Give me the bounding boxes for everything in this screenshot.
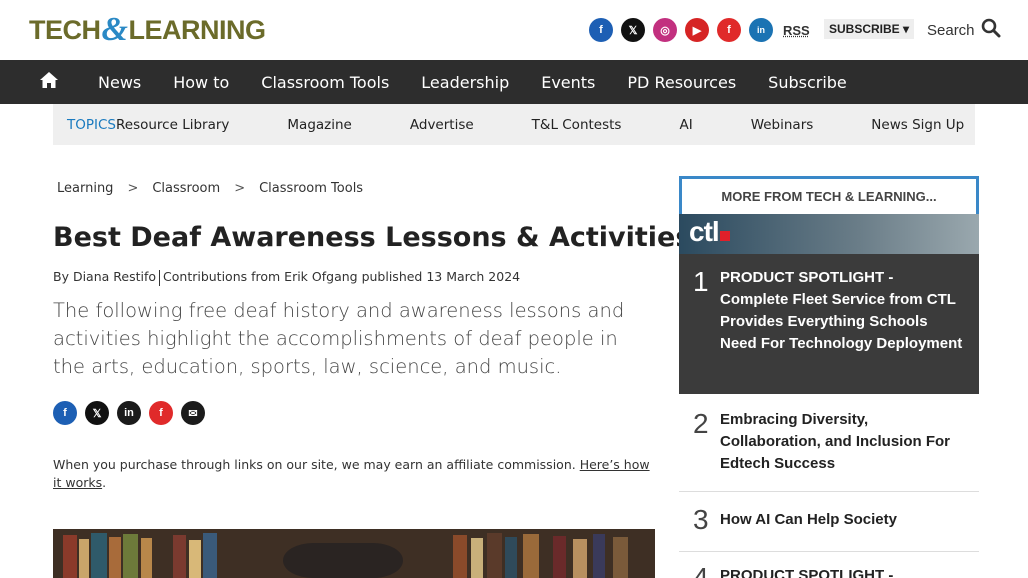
search-icon [981, 18, 1001, 42]
article-standfirst: The following free deaf history and awar… [53, 299, 625, 378]
topic-webinars[interactable]: Webinars [751, 117, 814, 133]
subscribe-dropdown[interactable]: SUBSCRIBE ▾ [824, 19, 915, 39]
breadcrumb-separator: > [234, 181, 246, 196]
sidebar-item-4[interactable]: 4 PRODUCT SPOTLIGHT - [679, 552, 979, 578]
author-link[interactable]: By Diana Restifo [53, 269, 156, 284]
x-icon[interactable]: 𝕏 [621, 18, 645, 42]
home-button[interactable] [0, 60, 98, 104]
nav-item-news[interactable]: News [98, 73, 157, 92]
rank-number: 2 [693, 408, 709, 439]
nav-item-pd-resources[interactable]: PD Resources [611, 73, 752, 92]
topic-advertise[interactable]: Advertise [410, 117, 474, 133]
main-nav: News How to Classroom Tools Leadership Event… [0, 60, 1028, 104]
topics-bar: TOPICS Resource Library Magazine Advertise… [53, 104, 975, 145]
rank-number: 4 [693, 562, 709, 578]
sidebar-item-title: How AI Can Help Society [720, 511, 897, 528]
share-flipboard-icon[interactable]: f [149, 401, 173, 425]
sidebar-item-title: Embracing Diversity, Collaboration, and … [720, 411, 951, 472]
flipboard-icon[interactable]: f [717, 18, 741, 42]
rank-number: 3 [693, 504, 709, 535]
ctl-logo: ctl [689, 216, 730, 248]
rank-number: 1 [693, 266, 709, 297]
rss-link[interactable]: RSS [783, 23, 810, 38]
share-linkedin-icon[interactable]: in [117, 401, 141, 425]
affiliate-disclosure: When you purchase through links on our s… [53, 456, 653, 492]
nav-item-how-to[interactable]: How to [157, 73, 245, 92]
bookshelf-illustration [53, 529, 655, 578]
sidebar-item-title: PRODUCT SPOTLIGHT - Complete Fleet Servi… [720, 269, 963, 352]
topic-news-sign-up[interactable]: News Sign Up [871, 117, 964, 133]
sidebar-item-title: PRODUCT SPOTLIGHT - [720, 567, 894, 578]
facebook-icon[interactable]: f [589, 18, 613, 42]
topic-ai[interactable]: AI [679, 117, 692, 133]
breadcrumb-item[interactable]: Classroom [152, 181, 220, 196]
logo-text-tech: TECH [29, 14, 101, 45]
more-from-heading: MORE FROM TECH & LEARNING... [679, 176, 979, 214]
breadcrumb-item[interactable]: Learning [57, 181, 113, 196]
nav-item-leadership[interactable]: Leadership [405, 73, 525, 92]
site-logo[interactable]: TECH & LEARNING [29, 11, 266, 48]
ctl-logo-dot [719, 231, 730, 241]
share-email-icon[interactable]: ✉ [181, 401, 205, 425]
article-title: Best Deaf Awareness Lessons & Activities [53, 222, 692, 253]
linkedin-icon[interactable]: in [749, 18, 773, 42]
logo-text-learning: LEARNING [128, 14, 266, 45]
search-button[interactable]: Search [927, 18, 1001, 42]
breadcrumb-separator: > [127, 181, 139, 196]
search-label: Search [927, 21, 975, 39]
topic-magazine[interactable]: Magazine [287, 117, 351, 133]
home-icon [39, 71, 59, 93]
site-header: TECH & LEARNING f 𝕏 ◎ ▶ f in RSS SUBSCRIBE ▾ Sea… [0, 0, 1028, 60]
ctl-logo-text: ctl [689, 216, 720, 247]
share-x-icon[interactable]: 𝕏 [85, 401, 109, 425]
topic-resource-library[interactable]: Resource Library [116, 117, 229, 133]
affiliate-period: . [102, 475, 107, 490]
share-facebook-icon[interactable]: f [53, 401, 77, 425]
topics-label: TOPICS [67, 116, 116, 133]
breadcrumb: Learning > Classroom > Classroom Tools [57, 181, 363, 196]
instagram-icon[interactable]: ◎ [653, 18, 677, 42]
sidebar-item-3[interactable]: 3 How AI Can Help Society [679, 492, 979, 552]
breadcrumb-item[interactable]: Classroom Tools [259, 181, 363, 196]
sidebar-item-1[interactable]: ctl 1 PRODUCT SPOTLIGHT - Complete Fleet… [679, 214, 979, 394]
share-buttons: f 𝕏in f ✉ [53, 401, 205, 425]
affiliate-text: When you purchase through links on our s… [53, 457, 580, 472]
youtube-icon[interactable]: ▶ [685, 18, 709, 42]
nav-item-classroom-tools[interactable]: Classroom Tools [245, 73, 405, 92]
nav-item-events[interactable]: Events [525, 73, 611, 92]
nav-item-subscribe[interactable]: Subscribe [752, 73, 863, 92]
topic-t-l-contests[interactable]: T&L Contests [532, 117, 622, 133]
contributor-and-date: Contributions from Erik Ofgang published… [163, 269, 521, 284]
sidebar-item-2[interactable]: 2 Embracing Diversity, Collaboration, an… [679, 394, 979, 492]
social-links: f 𝕏 ◎ ▶ f in RSS [589, 18, 810, 42]
byline-divider [159, 269, 161, 286]
logo-ampersand: & [101, 11, 128, 48]
article-hero-image [53, 529, 655, 578]
article-byline: By Diana Restifo Contributions from Erik … [53, 269, 520, 286]
